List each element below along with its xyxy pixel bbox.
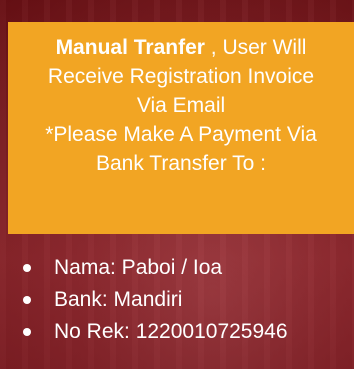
account-name: Nama: Paboi / Ioa [54, 256, 223, 279]
list-item-bank-name: Bank: Mandiri [0, 284, 354, 316]
bank-name: Bank: Mandiri [54, 288, 183, 311]
notice-line-2: Receive Registration Invoice [47, 65, 315, 88]
list-item-account-name: Nama: Paboi / Ioa [0, 252, 354, 284]
bank-details-list: Nama: Paboi / Ioa Bank: Mandiri No Rek: … [0, 252, 354, 348]
bullet-icon [23, 296, 31, 304]
list-item-account-number: No Rek: 1220010725946 [0, 316, 354, 348]
bullet-icon [23, 328, 31, 336]
account-number: No Rek: 1220010725946 [54, 320, 288, 343]
payment-notice-box: Manual Tranfer , User Will Receive Regis… [8, 22, 354, 234]
notice-line-5: Bank Transfer To : [95, 152, 267, 175]
notice-title-rest: , User Will [204, 36, 307, 59]
notice-title: Manual Tranfer [55, 36, 205, 59]
bullet-icon [23, 264, 31, 272]
notice-line-4: *Please Make A Payment Via [45, 123, 317, 146]
notice-line-3: Via Email [136, 94, 226, 117]
notice-title-line: Manual Tranfer , User Will [8, 33, 354, 62]
